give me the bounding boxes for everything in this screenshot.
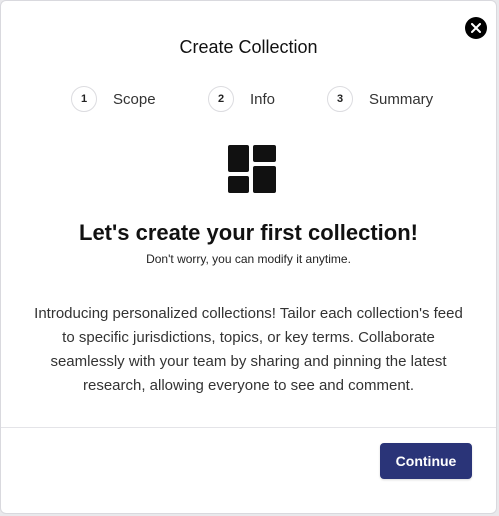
create-collection-modal: Create Collection 1 Scope 2 Info 3 Summa…: [0, 0, 497, 514]
hero-heading: Let's create your first collection!: [79, 220, 418, 245]
hero-subheading: Don't worry, you can modify it anytime.: [146, 252, 351, 266]
step-label: Scope: [113, 90, 156, 108]
dashboard-grid-icon: [228, 145, 276, 193]
continue-button[interactable]: Continue: [380, 443, 472, 479]
footer-divider: [1, 427, 496, 428]
step-scope[interactable]: 1 Scope: [71, 85, 156, 113]
close-button[interactable]: [465, 17, 487, 39]
hero-description: Introducing personalized collections! Ta…: [34, 305, 463, 394]
step-number: 1: [71, 86, 97, 112]
step-summary[interactable]: 3 Summary: [327, 85, 433, 113]
close-icon: [471, 23, 481, 33]
step-label: Summary: [369, 90, 434, 108]
step-label: Info: [250, 90, 276, 108]
stepper: 1 Scope 2 Info 3 Summary: [1, 85, 496, 113]
step-info[interactable]: 2 Info: [208, 85, 275, 113]
step-number: 3: [327, 86, 353, 112]
step-number: 2: [208, 86, 234, 112]
modal-title: Create Collection: [179, 37, 318, 57]
